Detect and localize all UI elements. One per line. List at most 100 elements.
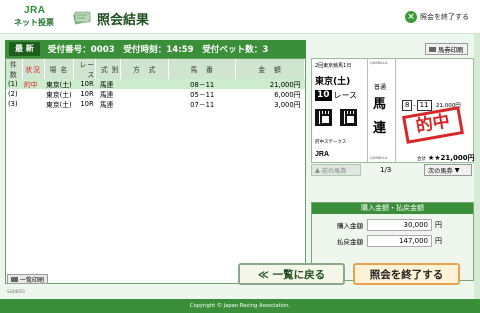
ticket-horse-pair: 8 - 11 — [402, 100, 432, 111]
row-horse-numbers: 05－11 — [190, 91, 215, 99]
ticket-pair-dash: - — [413, 102, 416, 109]
purchase-amount-value: 30,000 — [367, 219, 432, 231]
purchase-amount-row: 購入金額 30,000 円 — [337, 219, 442, 231]
ticket-total-label: 合計 — [417, 157, 426, 162]
screen-code: S344053 — [7, 289, 25, 294]
betting-ticket-preview: 2回東京競馬1日 東京(土) 10 レース 府中ステークス JRA QUINEL… — [311, 58, 475, 163]
receipt-info-text: 受付番号：0003 受付時刻：14:59 受付ベット数：3 — [47, 45, 269, 55]
receipt-info-bar: 最 新 受付番号：0003 受付時刻：14:59 受付ベット数：3 — [5, 40, 306, 58]
payout-amount-row: 払戻金額 147,000 円 — [337, 235, 442, 247]
table-row[interactable]: (1) 的中 東京(土) 10R 馬連 08－11 21,000円 — [6, 79, 305, 89]
logo-subtitle: ネット投票 — [14, 18, 54, 27]
table-row[interactable]: (2) 東京(土) 10R 馬連 05－11 6,000円 — [6, 89, 305, 99]
ticket-jra-mark: JRA — [315, 151, 330, 158]
header: JRA ネット投票 照会結果 × 照会を終了する — [0, 0, 480, 34]
row-count: (2) — [8, 90, 18, 98]
scrollbar-track[interactable] — [474, 34, 480, 299]
ticket-total: 合計 ★★21,000円 — [417, 153, 475, 163]
row-place: 東京(土) — [44, 79, 74, 89]
row-bet-type: 馬連 — [95, 79, 121, 89]
row-race: 10R — [73, 79, 96, 89]
purchase-amount-unit: 円 — [435, 221, 442, 229]
row-method — [120, 79, 169, 89]
row-amount: 21,000円 — [235, 79, 305, 89]
back-to-list-button[interactable]: ≪ 一覧に戻る — [238, 263, 345, 285]
print-list-button[interactable]: 一覧印刷 — [7, 274, 49, 284]
ticket-page-indicator: 1/3 — [380, 166, 392, 174]
ticket-total-value: ★★21,000円 — [428, 154, 475, 162]
row-amount: 6,000円 — [274, 91, 301, 99]
print-list-label: 一覧印刷 — [20, 276, 45, 284]
column-header-race: レース — [73, 59, 97, 79]
main-panel: 最 新 受付番号：0003 受付時刻：14:59 受付ベット数：3 件数 状況 … — [0, 34, 480, 299]
ticket-stakes-name: 府中ステークス — [315, 140, 347, 145]
qr-code-icon — [315, 109, 332, 126]
payout-amount-value: 147,000 — [367, 235, 432, 247]
arrow-up-icon: ▲ — [315, 166, 320, 174]
column-header-horse-numbers: 馬 番 — [168, 59, 237, 79]
row-bet-type: 馬連 — [99, 101, 114, 109]
column-header-amount: 金 額 — [235, 59, 305, 79]
row-bet-type: 馬連 — [99, 91, 114, 99]
ticket-horse-1: 8 — [402, 100, 413, 111]
page-title: 照会結果 — [97, 13, 150, 28]
latest-badge: 最 新 — [9, 42, 40, 56]
close-circle-icon: × — [405, 11, 417, 23]
column-header-method: 方 式 — [120, 59, 170, 79]
row-place: 東京(土) — [46, 91, 72, 99]
ticket-race-number: 10 — [315, 90, 332, 101]
end-inquiry-button[interactable]: 照会を終了する — [353, 263, 460, 285]
summary-title: 購入金額・払戻金額 — [312, 203, 473, 214]
row-horse-numbers: 08－11 — [168, 79, 236, 89]
winning-stamp: 的中 — [402, 106, 464, 144]
qr-code-icon — [340, 109, 357, 126]
next-ticket-label: 次の馬券 — [428, 167, 453, 175]
row-race: 10R — [80, 100, 94, 108]
row-status — [22, 99, 44, 109]
row-method — [121, 89, 169, 99]
end-inquiry-link-label: 照会を終了する — [420, 13, 469, 21]
ticket-bet-style: 普通 — [374, 84, 387, 91]
print-ticket-button[interactable]: 馬券印刷 — [425, 43, 468, 55]
prev-ticket-button[interactable]: ▲ 前の馬券 — [311, 164, 361, 176]
row-race: 10R — [80, 90, 94, 98]
print-ticket-label: 馬券印刷 — [438, 45, 464, 54]
column-header-status: 状況 — [22, 59, 45, 79]
jra-logo: JRA ネット投票 — [14, 5, 56, 31]
end-inquiry-link[interactable]: × 照会を終了する — [405, 11, 469, 23]
row-method — [121, 99, 169, 109]
next-ticket-button[interactable]: 次の馬券 ▼ — [424, 164, 472, 176]
prev-ticket-label: 前の馬券 — [321, 167, 347, 175]
column-header-count: 件数 — [6, 59, 23, 79]
printer-icon — [11, 276, 18, 282]
row-horse-numbers: 07－11 — [190, 101, 215, 109]
row-status — [22, 89, 44, 99]
payout-amount-label: 払戻金額 — [337, 238, 363, 246]
footer-copyright: Copyright © Japan Racing Association. — [0, 299, 480, 313]
ticket-bet-char-1: 馬 — [373, 97, 387, 112]
row-place: 東京(土) — [46, 101, 72, 109]
ticket-quinella-top: QUINELLA — [370, 61, 388, 65]
ticket-bet-char-2: 連 — [373, 121, 387, 136]
ticket-place: 東京(土) — [315, 77, 351, 87]
ticket-stack-icon — [73, 11, 91, 25]
row-count: (3) — [8, 100, 18, 108]
row-amount: 3,000円 — [274, 101, 301, 109]
table-row[interactable]: (3) 東京(土) 10R 馬連 07－11 3,000円 — [6, 99, 305, 109]
ticket-quinella-bottom: QUINELLA — [370, 156, 388, 160]
ticket-horse-2: 11 — [416, 100, 432, 111]
printer-icon — [429, 46, 436, 52]
bet-table: 件数 状況 場 名 レース 式 別 方 式 馬 番 金 額 (1) 的中 東京(… — [6, 59, 305, 109]
row-count: (1) — [6, 79, 22, 89]
payout-amount-unit: 円 — [435, 237, 442, 245]
table-header-row: 件数 状況 場 名 レース 式 別 方 式 馬 番 金 額 — [6, 59, 305, 79]
arrow-down-icon: ▼ — [454, 166, 460, 174]
logo-jra-text: JRA — [24, 5, 46, 16]
column-header-bet-type: 式 別 — [95, 59, 122, 79]
row-status: 的中 — [22, 79, 44, 89]
column-header-place: 場 名 — [44, 59, 75, 79]
ticket-race-label: レース — [333, 91, 358, 100]
bet-table-container: 件数 状況 場 名 レース 式 別 方 式 馬 番 金 額 (1) 的中 東京(… — [5, 58, 306, 284]
purchase-amount-label: 購入金額 — [337, 222, 363, 230]
ticket-meeting-line: 2回東京競馬1日 — [315, 63, 352, 69]
